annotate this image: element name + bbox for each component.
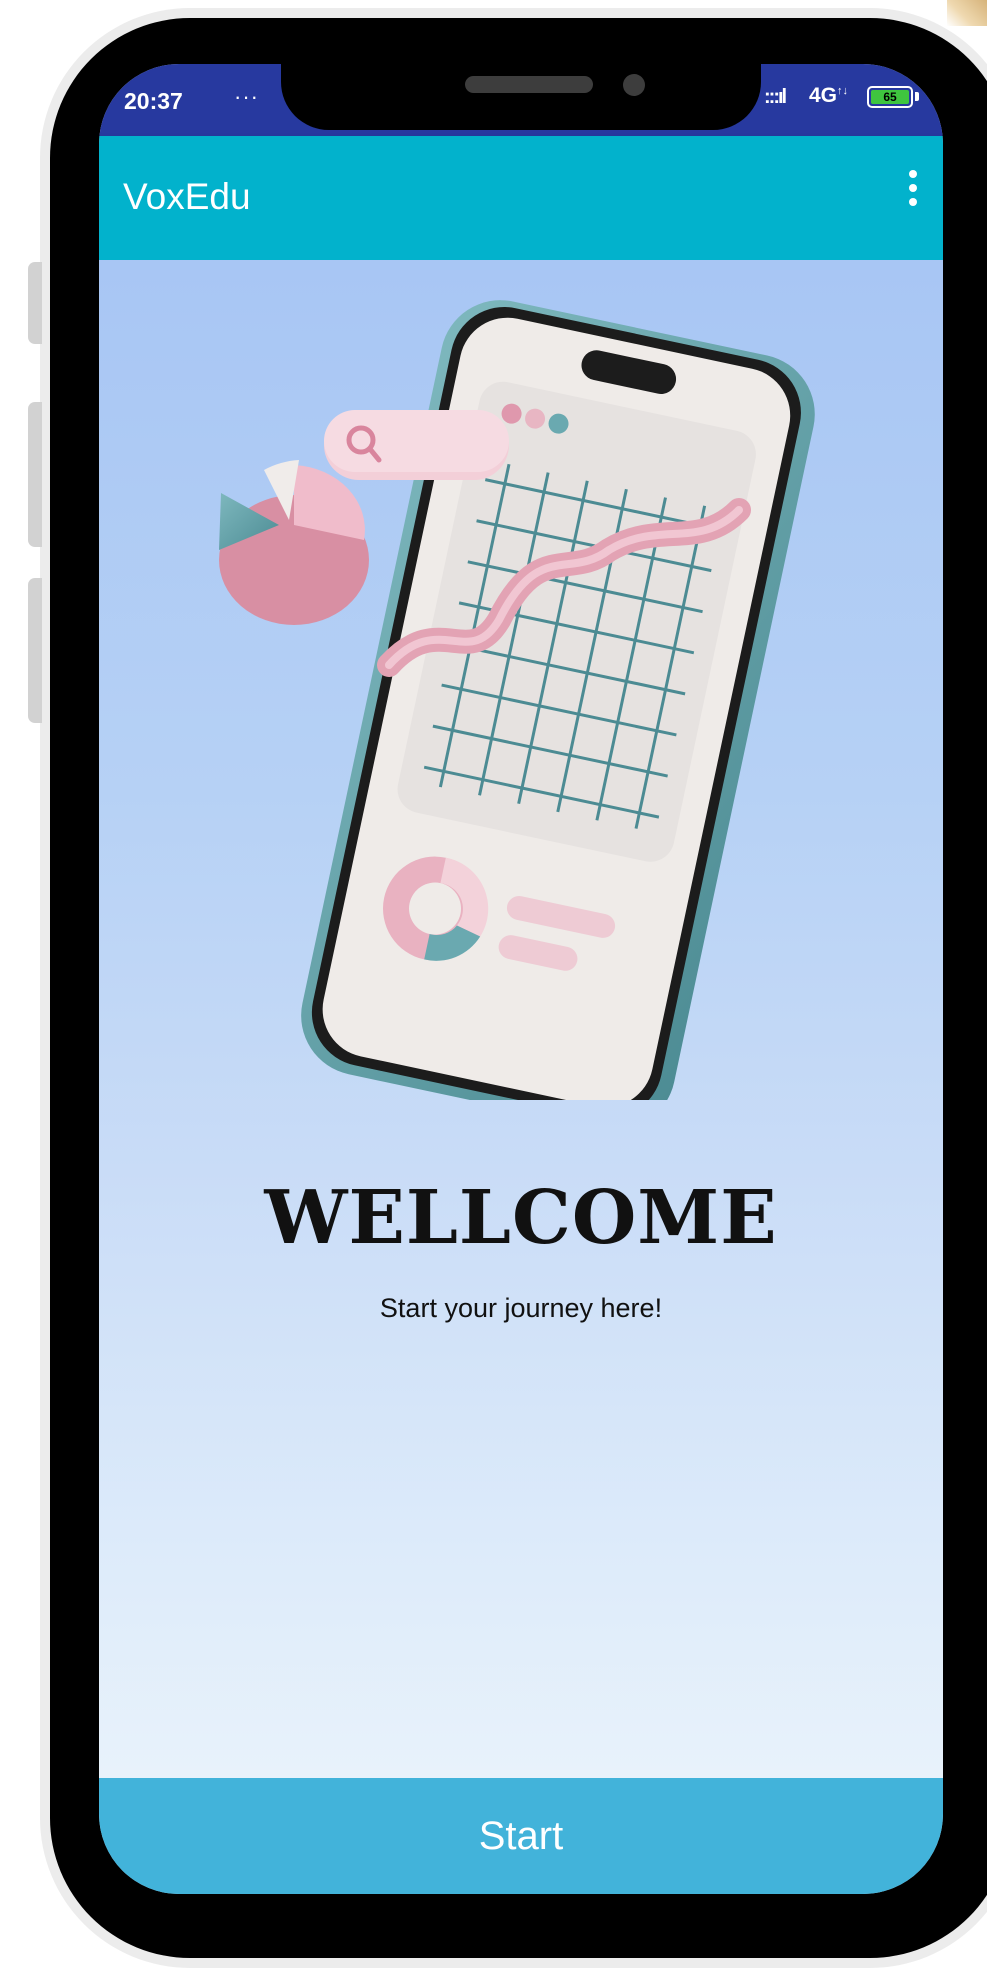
- more-vertical-icon[interactable]: [901, 170, 925, 214]
- camera-notch: [281, 64, 761, 130]
- status-bar: 20:37 ··· :::ıl 4G↑↓ 65: [99, 64, 943, 136]
- app-bar: VoxEdu: [99, 136, 943, 260]
- pie-chart: [219, 460, 369, 625]
- phone-screen: 20:37 ··· :::ıl 4G↑↓ 65 VoxEdu WELLCOME …: [99, 64, 943, 1894]
- status-time: 20:37: [124, 88, 183, 114]
- welcome-subtitle: Start your journey here!: [379, 1293, 663, 1323]
- front-camera: [623, 74, 645, 96]
- battery-level: 65: [871, 90, 909, 104]
- speaker-grille: [465, 76, 593, 93]
- welcome-content: WELLCOME Start your journey here!: [99, 260, 943, 1778]
- battery-tip: [915, 92, 919, 101]
- network-label: 4G: [809, 84, 838, 107]
- side-button-top: [28, 262, 42, 344]
- data-arrows-icon: ↑↓: [837, 85, 849, 97]
- notification-dots-icon: ···: [234, 84, 259, 109]
- welcome-title: WELLCOME: [264, 1175, 778, 1261]
- phone-with-charts-illustration: [219, 300, 815, 1100]
- network-type: 4G↑↓: [809, 84, 848, 108]
- start-button[interactable]: Start: [99, 1778, 943, 1894]
- side-button-volume-up: [28, 402, 42, 547]
- search-pill: [324, 410, 509, 480]
- side-button-volume-down: [28, 578, 42, 723]
- signal-bars-icon: :::ıl: [764, 86, 787, 108]
- battery-icon: 65: [867, 86, 913, 108]
- corner-accent: [947, 0, 987, 26]
- app-title: VoxEdu: [123, 176, 251, 217]
